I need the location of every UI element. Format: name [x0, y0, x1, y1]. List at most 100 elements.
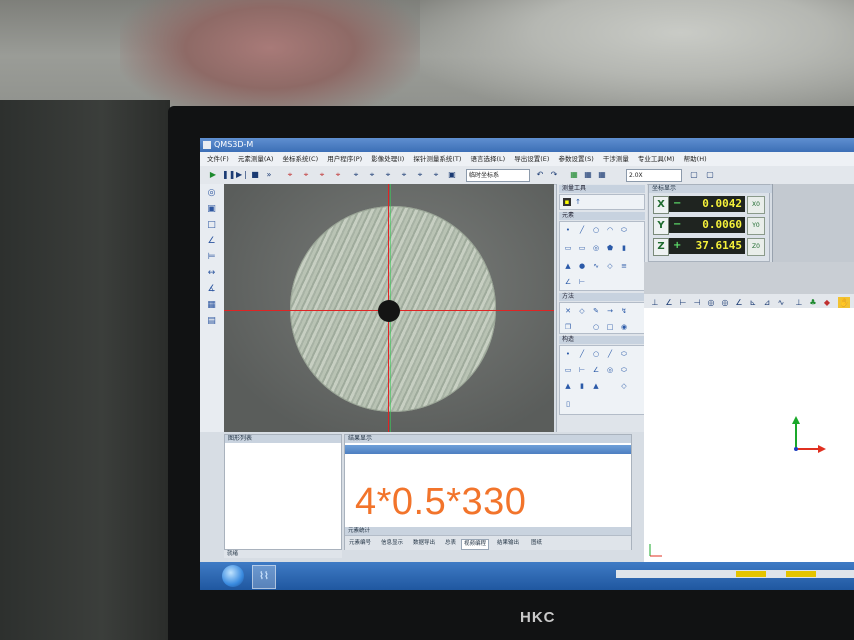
measure-line-icon[interactable]: ⌖	[414, 169, 426, 180]
y-zero-button[interactable]: Y0	[747, 217, 765, 235]
construct-cone-icon[interactable]: ▲	[564, 382, 572, 390]
menu-file[interactable]: 文件(F)	[207, 152, 229, 166]
graphics-3d-view[interactable]	[644, 308, 854, 570]
align-y-icon[interactable]: ⌖	[382, 169, 394, 180]
width-tool-icon[interactable]: ⊢	[578, 278, 586, 286]
circle-method-icon[interactable]: ○	[592, 323, 600, 331]
construct-pyramid-icon[interactable]: ▲	[592, 382, 600, 390]
menu-element-measure[interactable]: 元素测量(A)	[238, 152, 274, 166]
view-tool-5-icon[interactable]: ◎	[706, 297, 716, 308]
construct-point-icon[interactable]: •	[564, 350, 572, 358]
view-tool-9-icon[interactable]: ⊿	[762, 297, 772, 308]
menu-image-processing[interactable]: 影像处理(I)	[371, 152, 404, 166]
ellipse-icon[interactable]: ⬭	[620, 226, 628, 234]
view-tool-12-icon[interactable]: ♣	[808, 297, 818, 308]
construct-plane-icon[interactable]: ◇	[620, 382, 628, 390]
frame-icon[interactable]: □	[206, 220, 217, 231]
menu-help[interactable]: 帮助(H)	[684, 152, 707, 166]
view-tool-13-icon[interactable]: ◆	[822, 297, 832, 308]
target-method-icon[interactable]: ◉	[620, 323, 628, 331]
probe-x-icon[interactable]: ⌖	[300, 169, 312, 180]
polygon-icon[interactable]: ⬟	[606, 244, 614, 252]
coax-light-icon[interactable]: ▦	[596, 169, 608, 180]
construct-rect-icon[interactable]: ▭	[564, 366, 572, 374]
view-tool-6-icon[interactable]: ◎	[720, 297, 730, 308]
slot-icon[interactable]: ▭	[578, 244, 586, 252]
point-icon[interactable]: •	[564, 226, 572, 234]
view-tool-4-icon[interactable]: ⊣	[692, 297, 702, 308]
construct-cylinder-icon[interactable]: ▮	[578, 382, 586, 390]
angle-tool-icon[interactable]: ∠	[564, 278, 572, 286]
tool-cursor-icon[interactable]: ↑	[574, 198, 582, 206]
plane-icon[interactable]: ◇	[606, 262, 614, 270]
taskbar-app-icon[interactable]: ⌇⌇	[252, 565, 276, 589]
z-axis-button[interactable]: Z	[653, 238, 669, 256]
camera-video-view[interactable]	[224, 184, 554, 432]
redo-icon[interactable]: ↷	[548, 169, 560, 180]
measure-point-icon[interactable]: ⌖	[398, 169, 410, 180]
tab-export[interactable]: 数据导出	[411, 539, 437, 548]
construct-circle-icon[interactable]: ○	[592, 350, 600, 358]
parallel-icon[interactable]: ⊨	[206, 252, 217, 263]
cylinder-icon[interactable]: ▮	[620, 244, 628, 252]
menu-pro-tools[interactable]: 专业工具(M)	[638, 152, 675, 166]
coord-system-select[interactable]: 临时坐标系	[466, 169, 530, 182]
ring-light-icon[interactable]: ▦	[582, 169, 594, 180]
tab-summary[interactable]: 总表	[443, 539, 458, 548]
pause-icon[interactable]: ❚❚	[222, 169, 235, 180]
construct-width-icon[interactable]: ⊢	[578, 366, 586, 374]
camera-icon[interactable]: ▢	[688, 169, 700, 180]
undo-icon[interactable]: ↶	[534, 169, 546, 180]
align-x-icon[interactable]: ⌖	[366, 169, 378, 180]
tab-element-id[interactable]: 元素编号	[347, 539, 373, 548]
construct-ellipse-icon[interactable]: ⬭	[620, 350, 628, 358]
view-tool-14-icon[interactable]: ✋	[838, 297, 850, 308]
menu-parameters[interactable]: 参数设置(S)	[559, 152, 594, 166]
angle-measure-icon[interactable]: ∡	[206, 284, 217, 295]
line-icon[interactable]: ╱	[578, 226, 586, 234]
auto-method-icon[interactable]: ↯	[620, 307, 628, 315]
construct-arc-icon[interactable]: ╱	[606, 350, 614, 358]
square-method-icon[interactable]: □	[606, 323, 614, 331]
view-tool-11-icon[interactable]: ⊥	[794, 297, 804, 308]
menu-interference[interactable]: 干涉测量	[603, 152, 629, 166]
light-icon[interactable]: ▦	[568, 169, 580, 180]
fast-forward-icon[interactable]: »	[264, 169, 274, 180]
list-icon[interactable]: ≡	[620, 262, 628, 270]
settings-icon[interactable]: ▢	[704, 169, 716, 180]
construct-doc-icon[interactable]: ▯	[564, 400, 572, 408]
construct-ring-icon[interactable]: ◎	[606, 366, 614, 374]
view-tool-2-icon[interactable]: ∠	[664, 297, 674, 308]
zoom-select[interactable]: 2.0X	[626, 169, 682, 182]
menu-user-program[interactable]: 用户程序(P)	[327, 152, 362, 166]
construct-ellipse2-icon[interactable]: ⬭	[620, 366, 628, 374]
probe-z-icon[interactable]: ⌖	[332, 169, 344, 180]
view-tool-7-icon[interactable]: ∠	[734, 297, 744, 308]
x-axis-button[interactable]: X	[653, 196, 669, 214]
arc-icon[interactable]: ◠	[606, 226, 614, 234]
construct-angle-icon[interactable]: ∠	[592, 366, 600, 374]
probe-y-icon[interactable]: ⌖	[316, 169, 328, 180]
edge-method-icon[interactable]: →	[606, 307, 614, 315]
zoom-in-icon[interactable]: ◎	[206, 188, 217, 199]
x-zero-button[interactable]: X0	[747, 196, 765, 214]
align-icon[interactable]: ⌖	[350, 169, 362, 180]
lock-icon[interactable]: ▣	[206, 204, 217, 215]
view-tool-1-icon[interactable]: ⊥	[650, 297, 660, 308]
cross-method-icon[interactable]: ✕	[564, 307, 572, 315]
tab-drawing[interactable]: 图纸	[529, 539, 544, 548]
distance-icon[interactable]: ↔	[206, 268, 217, 279]
start-button[interactable]	[222, 565, 244, 587]
circle-icon[interactable]: ○	[592, 226, 600, 234]
menu-language[interactable]: 语言选择(L)	[470, 152, 505, 166]
curve-icon[interactable]: ∿	[592, 262, 600, 270]
measure-circle-icon[interactable]: ⌖	[430, 169, 442, 180]
y-axis-button[interactable]: Y	[653, 217, 669, 235]
menu-export-settings[interactable]: 导出设置(E)	[514, 152, 549, 166]
construct-line-icon[interactable]: ╱	[578, 350, 586, 358]
copy-method-icon[interactable]: ❐	[564, 323, 572, 331]
view-tool-10-icon[interactable]: ∿	[776, 297, 786, 308]
probe-icon[interactable]: ⌖	[284, 169, 296, 180]
cone-icon[interactable]: ▲	[564, 262, 572, 270]
step-icon[interactable]: ▶❘	[236, 169, 249, 180]
